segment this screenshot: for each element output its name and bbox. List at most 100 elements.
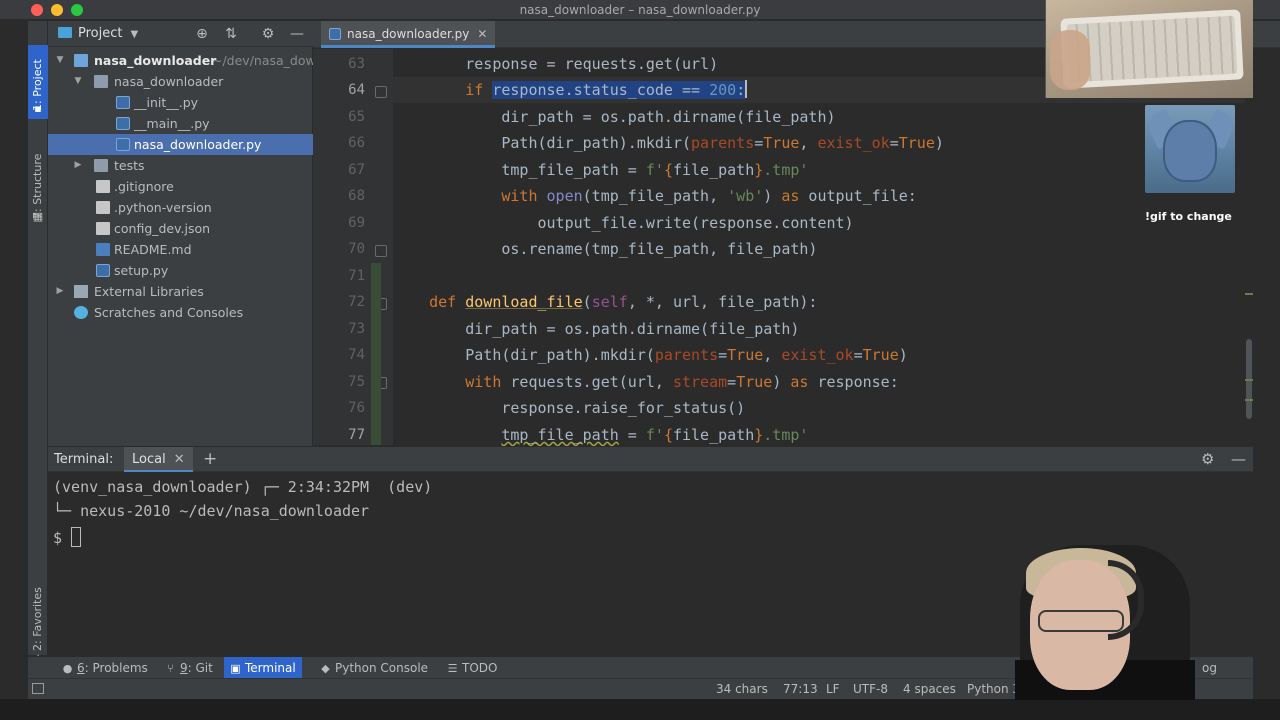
scroll-marker[interactable] [1245, 379, 1253, 381]
editor-tab-nasa-downloader-py[interactable]: nasa_downloader.py ✕ [321, 21, 496, 48]
close-icon[interactable]: ✕ [477, 27, 487, 41]
tree-item-root[interactable]: ▼ nasa_downloader ~/dev/nasa_dow [48, 50, 313, 71]
tree-item-readme[interactable]: README.md [48, 239, 313, 260]
collapse-all-icon[interactable]: ⇅ [223, 26, 239, 42]
project-panel-title: Project [78, 26, 123, 41]
project-view-selector[interactable]: Project ▼ [58, 26, 138, 41]
line-number: 72 [348, 294, 365, 310]
toggle-tool-windows-icon[interactable] [32, 683, 44, 694]
caret-position[interactable]: 77:13 [783, 682, 818, 696]
git-branch: (dev) [387, 478, 433, 496]
structure-tool-tab[interactable]: ▦ 7: Structure [28, 139, 48, 227]
package-folder-icon [94, 75, 108, 88]
scroll-marker[interactable] [1245, 293, 1253, 295]
tree-item-path: ~/dev/nasa_dow [212, 53, 313, 68]
git-tool-tab[interactable]: ⑂ 9: Git [159, 657, 219, 679]
chevron-down-icon[interactable]: ▼ [54, 50, 66, 71]
code-line: def download_file(self, *, url, file_pat… [393, 289, 1245, 315]
tree-item-config-dev-json[interactable]: config_dev.json [48, 218, 313, 239]
line-number: 71 [348, 268, 365, 284]
tree-item-init[interactable]: __init__.py [48, 92, 313, 113]
code-line: output_file.write(response.content) [393, 210, 1245, 236]
indent-settings[interactable]: 4 spaces [903, 682, 956, 696]
text-file-icon [96, 201, 110, 214]
editor-scrollbar[interactable] [1245, 49, 1253, 445]
left-tool-strip: ▪ 1: Project ▦ 7: Structure ★ 2: Favorit… [28, 21, 48, 665]
chevron-right-icon[interactable]: ▶ [54, 281, 66, 302]
tree-item-nasa-downloader-py[interactable]: nasa_downloader.py [48, 134, 313, 155]
locate-file-icon[interactable]: ⊕ [194, 26, 210, 42]
tree-item-main[interactable]: __main__.py [48, 113, 313, 134]
terminal-tab-local[interactable]: Local ✕ [124, 447, 193, 473]
code-line: tmp_file_path = f'{file_path}.tmp' [393, 157, 1245, 183]
close-icon[interactable]: ✕ [174, 452, 185, 467]
code-text: if response.status_code == 200: [465, 81, 746, 99]
scratches-icon [74, 306, 88, 319]
project-tool-tab[interactable]: ▪ 1: Project [28, 45, 48, 119]
tree-item-python-version[interactable]: .python-version [48, 197, 313, 218]
fold-marker-icon[interactable] [375, 86, 387, 98]
hide-panel-icon[interactable]: — [1231, 450, 1246, 468]
tree-item-package[interactable]: ▼ nasa_downloader [48, 71, 313, 92]
creature-image [1163, 120, 1217, 182]
tree-item-scratches[interactable]: Scratches and Consoles [48, 302, 313, 323]
git-tab-label: : Git [187, 661, 213, 675]
code-text: dir_path = os.path.dirname(file_path) [393, 320, 800, 338]
problems-tool-tab[interactable]: ● 6: Problems [56, 657, 154, 679]
code-line: os.rename(tmp_file_path, file_path) [393, 236, 1245, 262]
chevron-down-icon[interactable]: ▼ [72, 71, 84, 92]
line-number: 76 [348, 400, 365, 416]
text-caret [745, 80, 748, 98]
keyboard-keys [1066, 15, 1238, 83]
code-editor[interactable]: response = requests.get(url) if response… [393, 49, 1245, 445]
info-icon: ● [62, 662, 73, 675]
fold-marker-icon[interactable] [375, 245, 387, 257]
terminal-icon: ▣ [230, 662, 241, 675]
code-line: Path(dir_path).mkdir(parents=True, exist… [393, 130, 1245, 156]
gear-icon[interactable]: ⚙ [1201, 450, 1214, 468]
problems-tab-label: : Problems [84, 661, 148, 675]
todo-tool-tab[interactable]: ☰ TODO [441, 657, 503, 679]
line-number: 66 [348, 135, 365, 151]
code-text: Path(dir_path).mkdir(parents=True, exist… [393, 134, 944, 152]
tree-item-gitignore[interactable]: .gitignore [48, 176, 313, 197]
python-console-tab-label: Python Console [335, 661, 429, 675]
scroll-marker[interactable] [1245, 399, 1253, 401]
project-panel: Project ▼ ⊕ ⇅ ⚙ — ▼ nasa_downloader ~/dev… [48, 21, 313, 446]
tree-item-label: tests [114, 158, 145, 173]
tree-item-label: config_dev.json [114, 221, 211, 236]
code-text: os.rename(tmp_file_path, file_path) [393, 240, 818, 258]
todo-tab-label: TODO [462, 661, 498, 675]
code-text: tmp_file_path = f'{file_path}.tmp' [393, 161, 809, 179]
gear-icon[interactable]: ⚙ [260, 26, 276, 42]
python-console-tool-tab[interactable]: ◆ Python Console [314, 657, 434, 679]
list-icon: ☰ [447, 662, 458, 675]
code-text: response.raise_for_status() [393, 399, 746, 417]
tree-item-external-libraries[interactable]: ▶ External Libraries [48, 281, 313, 302]
text-file-icon [96, 180, 110, 193]
prompt-line-2: └─ nexus-2010 ~/dev/nasa_downloader [53, 502, 370, 520]
event-log-tool-tab[interactable]: og [1196, 657, 1223, 679]
line-number: 63 [348, 56, 365, 72]
file-encoding[interactable]: UTF-8 [853, 682, 888, 696]
terminal-cursor [71, 527, 82, 547]
tree-item-tests[interactable]: ▶ tests [48, 155, 313, 176]
terminal-tool-tab[interactable]: ▣ Terminal [224, 657, 302, 679]
vcs-change-marker[interactable] [371, 263, 381, 445]
tree-item-label: Scratches and Consoles [94, 305, 244, 320]
chevron-right-icon[interactable]: ▶ [72, 155, 84, 176]
line-number: 68 [348, 188, 365, 204]
line-number: 64 [348, 82, 365, 98]
code-line: tmp_file_path = f'{file_path}.tmp' [393, 422, 1245, 448]
hide-panel-icon[interactable]: — [289, 26, 305, 42]
tree-item-setup-py[interactable]: setup.py [48, 260, 313, 281]
line-separator[interactable]: LF [826, 682, 840, 696]
favorites-tool-tab[interactable]: ★ 2: Favorites [28, 581, 48, 665]
project-icon [58, 27, 72, 38]
outer-bottom-margin [0, 699, 1280, 720]
plus-icon[interactable]: + [203, 449, 217, 469]
code-line: with requests.get(url, stream=True) as r… [393, 369, 1245, 395]
python-file-icon [116, 138, 130, 151]
folder-icon [94, 159, 108, 172]
line-number: 65 [348, 109, 365, 125]
